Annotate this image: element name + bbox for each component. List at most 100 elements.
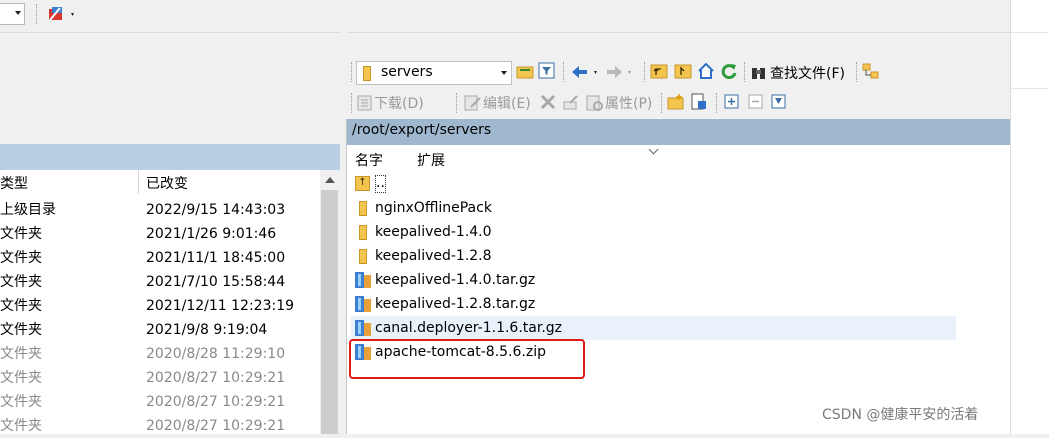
edit-label: 编辑(E)	[483, 96, 531, 112]
toolbar-separator	[716, 93, 717, 113]
table-row[interactable]: 文件夹 2021/11/1 18:45:00	[0, 246, 320, 270]
filter-icon	[538, 62, 555, 79]
root-directory-button[interactable]	[674, 62, 692, 84]
scroll-up-icon[interactable]	[325, 177, 335, 183]
column-header-ext[interactable]: 扩展	[417, 150, 445, 170]
table-row[interactable]: 文件夹 2020/8/27 10:29:21	[0, 366, 320, 390]
new-file-button[interactable]	[690, 93, 708, 115]
home-directory-button[interactable]	[697, 62, 715, 84]
left-file-list[interactable]: 类型 已改变 上级目录 2022/9/15 14:43:03 文件夹 2021/…	[0, 170, 340, 434]
properties-icon	[586, 95, 603, 111]
remote-path-combo[interactable]: servers	[356, 61, 512, 85]
delete-button[interactable]	[539, 93, 557, 115]
toolbar-separator	[856, 62, 857, 82]
find-files-button[interactable]: 查找文件(F)	[750, 62, 845, 84]
tree-icon	[862, 63, 879, 79]
open-directory-button[interactable]	[516, 62, 534, 84]
remote-file-list[interactable]: 名字 扩展 ↑ .. nginxOfflinePack keepalived-1…	[347, 145, 1010, 434]
properties-button[interactable]: 属性(P)	[585, 92, 652, 114]
row-type: 文件夹	[0, 274, 42, 290]
tree-toggle-button[interactable]	[862, 63, 880, 85]
back-button[interactable]	[570, 63, 602, 85]
binoculars-icon	[752, 68, 765, 79]
list-item[interactable]: keepalived-1.2.8	[351, 244, 956, 268]
find-files-label: 查找文件(F)	[770, 66, 845, 82]
table-row[interactable]: 文件夹 2021/9/8 9:19:04	[0, 318, 320, 342]
pane-divider[interactable]	[340, 32, 347, 434]
remote-path-bar: /root/export/servers	[347, 119, 1010, 145]
file-name: canal.deployer-1.1.6.tar.gz	[375, 320, 563, 336]
download-button[interactable]: 下载(D)	[356, 92, 424, 114]
properties-label: 属性(P)	[605, 96, 653, 112]
new-folder-button[interactable]	[667, 93, 685, 115]
filter-button[interactable]	[538, 62, 556, 84]
parent-directory-button[interactable]	[650, 62, 668, 84]
table-row[interactable]: 文件夹 2020/8/28 11:29:10	[0, 342, 320, 366]
minus-box-icon	[748, 94, 763, 109]
row-type: 文件夹	[0, 226, 42, 242]
filter-select-button[interactable]	[771, 94, 787, 114]
toolbar-grip	[351, 93, 352, 113]
highlight-annotation	[349, 339, 585, 379]
row-type: 文件夹	[0, 346, 42, 362]
left-vertical-scrollbar[interactable]	[320, 170, 340, 434]
new-folder-icon	[667, 94, 684, 110]
table-row[interactable]: 上级目录 2022/9/15 14:43:03	[0, 198, 320, 222]
remote-path-text: /root/export/servers	[352, 122, 492, 138]
new-file-icon	[691, 93, 706, 110]
toolbar-separator	[644, 62, 645, 82]
parent-folder-icon	[650, 64, 668, 79]
table-row[interactable]: 文件夹 2020/8/27 10:29:21	[0, 414, 320, 438]
toolbar-separator	[661, 93, 662, 113]
toolbar-separator	[744, 62, 745, 82]
chevron-down-icon	[501, 71, 507, 75]
delete-x-icon	[540, 94, 556, 110]
sync-browse-button[interactable]	[46, 4, 76, 24]
forward-button[interactable]	[604, 63, 636, 85]
toolbar-divider	[0, 32, 1010, 33]
toolbar-separator	[563, 62, 564, 82]
select-all-button[interactable]	[724, 94, 740, 114]
window-edge	[1010, 0, 1049, 434]
rename-button[interactable]	[562, 93, 580, 115]
list-item-selected[interactable]: canal.deployer-1.1.6.tar.gz	[351, 316, 956, 340]
parent-folder-icon: ↑	[355, 176, 371, 192]
list-item[interactable]: keepalived-1.4.0.tar.gz	[351, 268, 956, 292]
column-header-type[interactable]: 类型	[0, 172, 28, 196]
archive-icon	[355, 296, 371, 312]
list-item[interactable]: nginxOfflinePack	[351, 196, 956, 220]
folder-icon	[355, 200, 371, 216]
sync-icon	[49, 7, 74, 21]
list-item[interactable]: keepalived-1.4.0	[351, 220, 956, 244]
filter-box-icon	[771, 94, 786, 109]
archive-icon	[355, 272, 371, 288]
back-arrow-icon	[572, 66, 597, 78]
table-row[interactable]: 文件夹 2020/8/27 10:29:21	[0, 390, 320, 414]
column-header-modified[interactable]: 已改变	[146, 172, 188, 196]
deselect-button[interactable]	[748, 94, 764, 114]
row-modified: 2021/9/8 9:19:04	[146, 322, 268, 338]
row-type: 文件夹	[0, 322, 42, 338]
file-name: nginxOfflinePack	[375, 200, 492, 216]
parent-dir-row[interactable]: ↑ ..	[351, 172, 956, 196]
home-icon	[698, 62, 714, 79]
column-header-name[interactable]: 名字	[355, 150, 383, 170]
row-modified: 2021/12/11 12:23:19	[146, 298, 295, 314]
refresh-button[interactable]	[720, 62, 738, 84]
table-row[interactable]: 文件夹 2021/1/26 9:01:46	[0, 222, 320, 246]
download-label: 下载(D)	[374, 96, 424, 112]
row-modified: 2020/8/27 10:29:21	[146, 394, 286, 410]
folder-icon	[355, 248, 371, 264]
table-row[interactable]: 文件夹 2021/12/11 12:23:19	[0, 294, 320, 318]
edit-button[interactable]: 编辑(E)	[463, 92, 531, 114]
list-item[interactable]: keepalived-1.2.8.tar.gz	[351, 292, 956, 316]
column-separator[interactable]	[138, 170, 139, 194]
root-folder-icon	[674, 64, 692, 79]
plus-box-icon	[724, 94, 739, 109]
parent-dir-label: ..	[375, 175, 386, 193]
archive-icon	[355, 320, 371, 336]
left-drive-combo[interactable]	[0, 3, 25, 25]
table-row[interactable]: 文件夹 2021/7/10 15:58:44	[0, 270, 320, 294]
row-modified: 2021/11/1 18:45:00	[146, 250, 286, 266]
scrollbar-thumb[interactable]	[321, 190, 338, 434]
